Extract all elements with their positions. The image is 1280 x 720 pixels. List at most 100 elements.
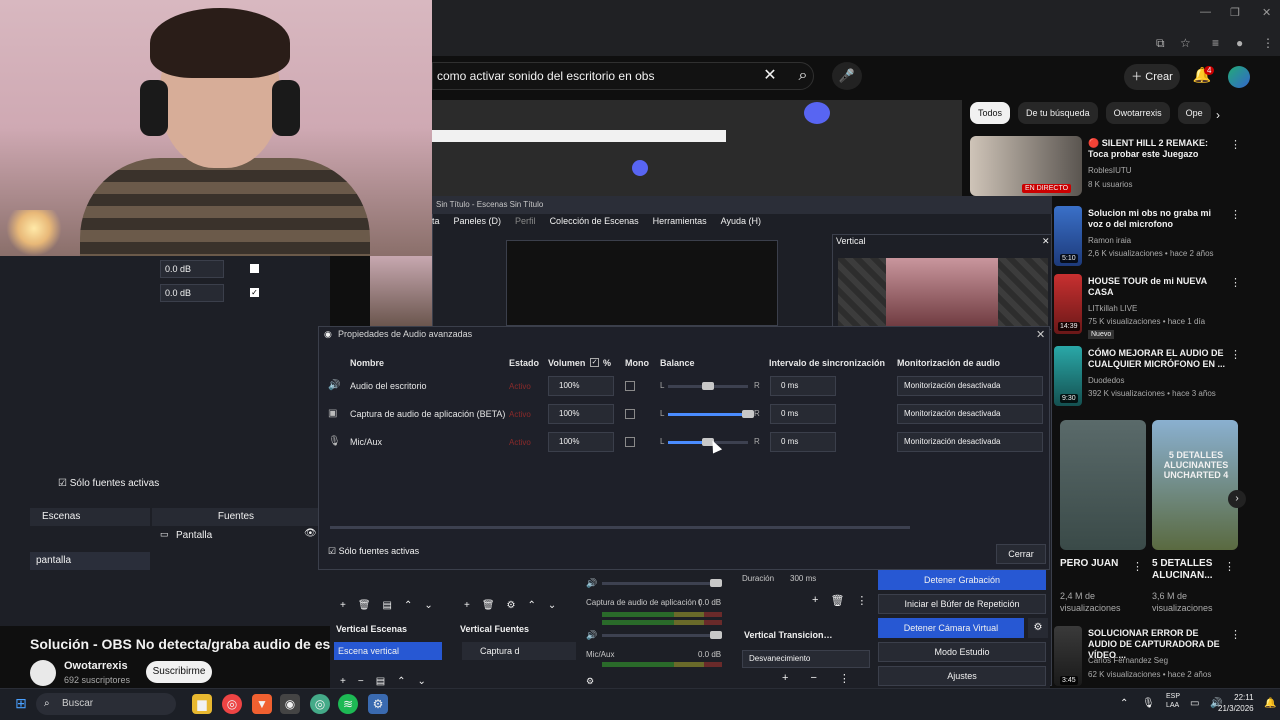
mono-checkbox[interactable] [625, 437, 635, 447]
balance-slider[interactable] [742, 410, 754, 418]
close-icon[interactable]: ✕ [1042, 236, 1050, 247]
filter-icon[interactable]: ▤ [376, 676, 385, 687]
channel-name[interactable]: Owotarrexis [64, 660, 128, 672]
taskbar-search[interactable]: Buscar [36, 693, 176, 715]
maximize-icon[interactable]: ❐ [1230, 6, 1240, 19]
menu-item[interactable]: ta [432, 216, 440, 232]
down-icon[interactable]: ⌄ [548, 600, 556, 611]
horizontal-scrollbar[interactable] [330, 526, 910, 529]
volume-percent-checkbox[interactable]: ✓ [590, 358, 599, 367]
up-icon[interactable]: ⌃ [404, 600, 412, 611]
language-indicator[interactable]: ESP LAA [1166, 692, 1180, 710]
short-title[interactable]: 5 DETALLES ALUCINAN... [1152, 558, 1232, 582]
clock[interactable]: 22:11 21/3/2026 [1218, 692, 1254, 714]
short-title[interactable]: PERO JUAN [1060, 558, 1140, 570]
more-icon[interactable]: ⋮ [1224, 560, 1235, 573]
scene-item[interactable]: pantalla [30, 552, 150, 570]
stop-recording-button[interactable]: Detener Grabación [878, 570, 1046, 590]
trash-icon[interactable]: 🗑 [358, 600, 371, 611]
clear-icon[interactable]: ✕ [758, 62, 782, 90]
video-title[interactable]: Solucion mi obs no graba mi voz o del mi… [1088, 208, 1228, 230]
volume-field[interactable]: 100% [548, 376, 614, 396]
close-window-icon[interactable]: ✕ [1262, 6, 1271, 19]
channel-avatar[interactable] [30, 660, 56, 686]
volume-field[interactable]: 100% [548, 432, 614, 452]
speaker-icon[interactable]: 🔊 [586, 630, 597, 641]
short-thumbnail[interactable] [1152, 420, 1238, 550]
sync-field[interactable]: 0 ms [770, 404, 836, 424]
windows-start-icon[interactable]: ⊞ [12, 694, 30, 712]
channel-name[interactable]: Duodedos [1088, 376, 1124, 385]
speaker-icon[interactable]: 🔊 [586, 578, 597, 589]
add-icon[interactable]: + [812, 594, 818, 607]
volume-db-field-1[interactable]: 0.0 dB [160, 260, 224, 278]
file-explorer-icon[interactable]: ▆ [192, 694, 212, 714]
duration-value[interactable]: 300 ms [790, 574, 816, 583]
notification-icon[interactable]: 🔔 [1264, 698, 1276, 709]
close-button[interactable]: Cerrar [996, 544, 1046, 564]
add-icon[interactable]: + [340, 600, 346, 611]
stop-virtual-camera-button[interactable]: Detener Cámara Virtual [878, 618, 1024, 638]
menu-item[interactable]: Ayuda (H) [721, 216, 761, 232]
search-input[interactable]: como activar sonido del escritorio en ob… [432, 62, 814, 90]
chip-from-search[interactable]: De tu búsqueda [1018, 102, 1098, 124]
spotify-icon[interactable]: ≋ [338, 694, 358, 714]
more-icon[interactable]: ⋮ [1230, 276, 1241, 289]
chevron-right-icon[interactable]: › [1228, 490, 1246, 508]
checkbox-checked[interactable]: ✓ [250, 288, 259, 297]
menu-item[interactable]: Colección de Escenas [550, 216, 639, 232]
subscribe-button[interactable]: Suscribirme [146, 661, 212, 683]
short-thumbnail[interactable] [1060, 420, 1146, 550]
chevron-right-icon[interactable]: › [1216, 108, 1220, 122]
add-icon[interactable]: + [782, 672, 788, 685]
more-icon[interactable]: ⋮ [1230, 138, 1241, 151]
gear-icon[interactable]: ⚙ [1028, 618, 1048, 638]
more-icon[interactable]: ⋮ [856, 594, 867, 607]
dialog-close-icon[interactable]: ✕ [1036, 328, 1045, 341]
more-icon[interactable]: ⋮ [1132, 560, 1143, 573]
studio-mode-button[interactable]: Modo Estudio [878, 642, 1046, 662]
install-icon[interactable]: ⧉ [1156, 36, 1165, 51]
volume-slider-track[interactable] [602, 634, 722, 637]
chip-more[interactable]: Ope [1177, 102, 1211, 124]
channel-name[interactable]: Carlos Fernandez Seg [1088, 656, 1168, 665]
minimize-icon[interactable]: — [1200, 6, 1211, 18]
chip-all[interactable]: Todos [970, 102, 1011, 124]
brave-icon[interactable]: ▼ [252, 694, 272, 714]
checkbox-unchecked[interactable] [250, 264, 259, 273]
minus-icon[interactable]: − [810, 672, 816, 685]
vertical-source-item[interactable]: Captura d [462, 642, 576, 660]
filter-icon[interactable]: ▤ [383, 600, 392, 611]
volume-db-field-2[interactable]: 0.0 dB [160, 284, 224, 302]
gear-icon[interactable]: ⚙ [507, 600, 516, 611]
source-item[interactable]: Pantalla [158, 528, 318, 544]
settings-button[interactable]: Ajustes [878, 666, 1046, 686]
down-icon[interactable]: ⌄ [418, 676, 426, 687]
menu-item[interactable]: Herramientas [653, 216, 707, 232]
down-icon[interactable]: ⌄ [424, 600, 432, 611]
volume-slider[interactable] [710, 631, 722, 639]
search-icon[interactable]: ⌕ [788, 62, 818, 90]
channel-name[interactable]: LITkillah LIVE [1088, 304, 1137, 313]
settings-icon[interactable]: ⚙ [368, 694, 388, 714]
channel-name[interactable]: RoblesIUTU [1088, 166, 1132, 175]
menu-icon[interactable]: ⋮ [1262, 36, 1274, 50]
video-title[interactable]: 🔴 SILENT HILL 2 REMAKE: Toca probar este… [1088, 138, 1228, 160]
monitoring-select[interactable]: Monitorización desactivada [897, 404, 1043, 424]
monitoring-select[interactable]: Monitorización desactivada [897, 376, 1043, 396]
up-icon[interactable]: ⌃ [397, 676, 405, 687]
trash-icon[interactable]: 🗑 [830, 594, 844, 607]
video-title[interactable]: HOUSE TOUR de mi NUEVA CASA [1088, 276, 1228, 298]
minus-icon[interactable]: − [358, 676, 364, 687]
microphone-icon[interactable]: 🎙 [1142, 698, 1155, 709]
bookmark-icon[interactable]: ☆ [1180, 36, 1191, 50]
obs-taskbar-icon[interactable]: ◉ [280, 694, 300, 714]
video-title[interactable]: CÓMO MEJORAR EL AUDIO DE CUALQUIER MICRÓ… [1088, 348, 1228, 370]
volume-slider[interactable] [710, 579, 722, 587]
more-icon[interactable]: ⋮ [839, 672, 850, 685]
only-active-checkbox[interactable]: ☑ Sólo fuentes activas [328, 546, 419, 557]
balance-slider[interactable] [702, 382, 714, 390]
scene-vertical-item[interactable]: Escena vertical [334, 642, 442, 660]
volume-slider-track[interactable] [602, 582, 722, 585]
add-icon[interactable]: + [464, 600, 470, 611]
